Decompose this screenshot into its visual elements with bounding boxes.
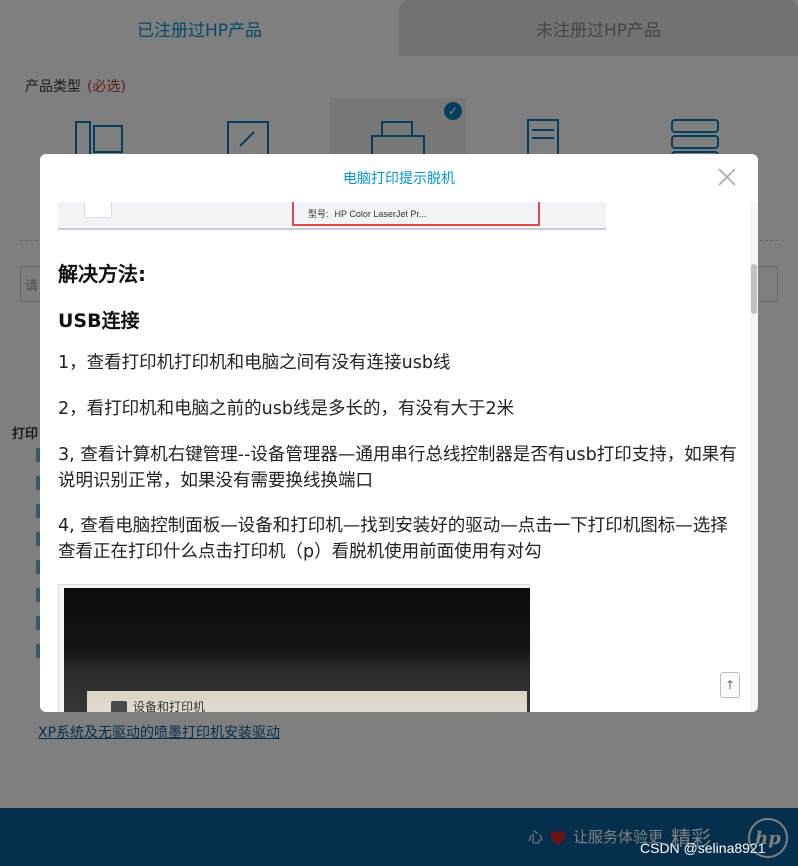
article-modal: 电脑打印提示脱机 型号: HP Color LaserJet Pr... 解决方法… <box>40 154 758 712</box>
close-icon <box>718 168 736 186</box>
close-button[interactable] <box>716 166 738 188</box>
solution-heading: 解决方法: <box>58 262 146 286</box>
model-text: 型号: HP Color LaserJet Pr... <box>308 207 426 220</box>
paper-icon <box>84 202 112 218</box>
model-value: HP Color LaserJet Pr... <box>334 209 427 219</box>
watermark: CSDN @selina8921 <box>640 840 766 856</box>
step-4-text: 4, 查看电脑控制面板—设备和打印机—找到安装好的驱动—点击一下打印机图标—选择… <box>58 516 728 562</box>
photo-window-title-text: 设备和打印机 <box>133 700 206 712</box>
printer-folder-icon <box>111 700 127 712</box>
printer-properties-screenshot: 型号: HP Color LaserJet Pr... <box>58 202 606 230</box>
step-3-text: 3, 查看计算机右键管理--设备管理器—通用串行总线控制器是否有usb打印支持，… <box>58 445 737 491</box>
model-label: 型号: <box>308 209 329 219</box>
step-1-text: 1，查看打印机打印机和电脑之间有没有连接usb线 <box>58 353 451 373</box>
photo-window-title: 设备和打印机 <box>111 698 205 712</box>
modal-body[interactable]: 型号: HP Color LaserJet Pr... 解决方法: USB连接 1… <box>40 202 758 712</box>
arrow-up-icon: ↑ <box>724 678 736 692</box>
modal-scrollbar-thumb[interactable] <box>751 264 757 314</box>
devices-printers-photo: 设备和打印机 <box>58 584 530 712</box>
usb-heading: USB连接 <box>58 310 140 332</box>
step-2-text: 2，看打印机和电脑之前的usb线是多长的，有没有大于2米 <box>58 399 515 419</box>
modal-header: 电脑打印提示脱机 <box>40 154 758 202</box>
modal-title: 电脑打印提示脱机 <box>343 171 455 187</box>
back-to-top-button[interactable]: ↑ <box>720 672 740 698</box>
